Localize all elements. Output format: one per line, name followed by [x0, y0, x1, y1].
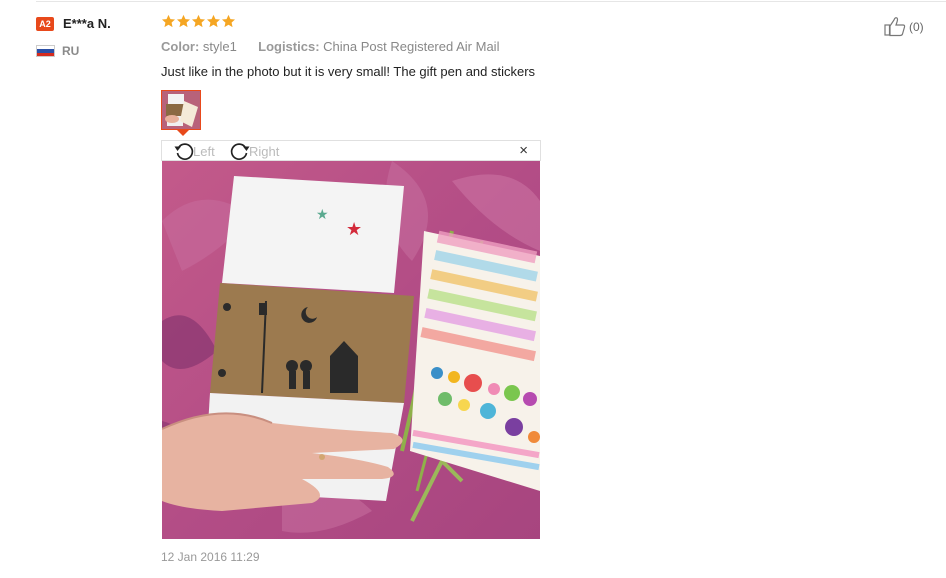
star-icon — [206, 14, 221, 28]
star-icon — [221, 14, 236, 28]
color-label: Color: — [161, 39, 200, 54]
divider — [36, 1, 946, 2]
star-rating — [161, 14, 236, 32]
logistics-value: China Post Registered Air Mail — [323, 39, 500, 54]
thumbnail-pointer — [177, 130, 189, 136]
rotate-left-label: Left — [193, 143, 215, 159]
svg-text:★: ★ — [346, 219, 362, 240]
logistics-label: Logistics: — [258, 39, 320, 54]
color-value: style1 — [202, 39, 237, 54]
review-date: 12 Jan 2016 11:29 — [161, 550, 260, 564]
svg-text:★: ★ — [316, 207, 329, 223]
order-attributes: Color: style1 Logistics: China Post Regi… — [161, 39, 499, 54]
star-icon — [191, 14, 206, 28]
review-text: Just like in the photo but it is very sm… — [161, 64, 536, 79]
close-icon[interactable]: × — [519, 142, 528, 160]
rotate-right-icon — [230, 143, 250, 160]
thumbs-up-icon — [884, 17, 906, 37]
rotate-left-icon — [174, 143, 194, 160]
country-code: RU — [62, 44, 80, 58]
helpful-count: (0) — [909, 19, 924, 34]
star-icon — [176, 14, 191, 28]
rotate-left-button[interactable]: Left — [173, 141, 215, 161]
image-viewer-toolbar: Left Right × — [161, 140, 541, 161]
rotate-right-label: Right — [249, 143, 280, 159]
rotate-right-button[interactable]: Right — [229, 141, 279, 161]
reviewer-name: E***a N. — [63, 16, 111, 31]
russia-flag-icon — [36, 45, 55, 57]
star-icon — [161, 14, 176, 28]
review-photo-thumbnail[interactable] — [161, 90, 201, 130]
helpful-button[interactable]: (0) — [884, 16, 924, 37]
review-photo: ★ ★ — [162, 161, 540, 539]
level-badge: A2 — [36, 17, 54, 31]
